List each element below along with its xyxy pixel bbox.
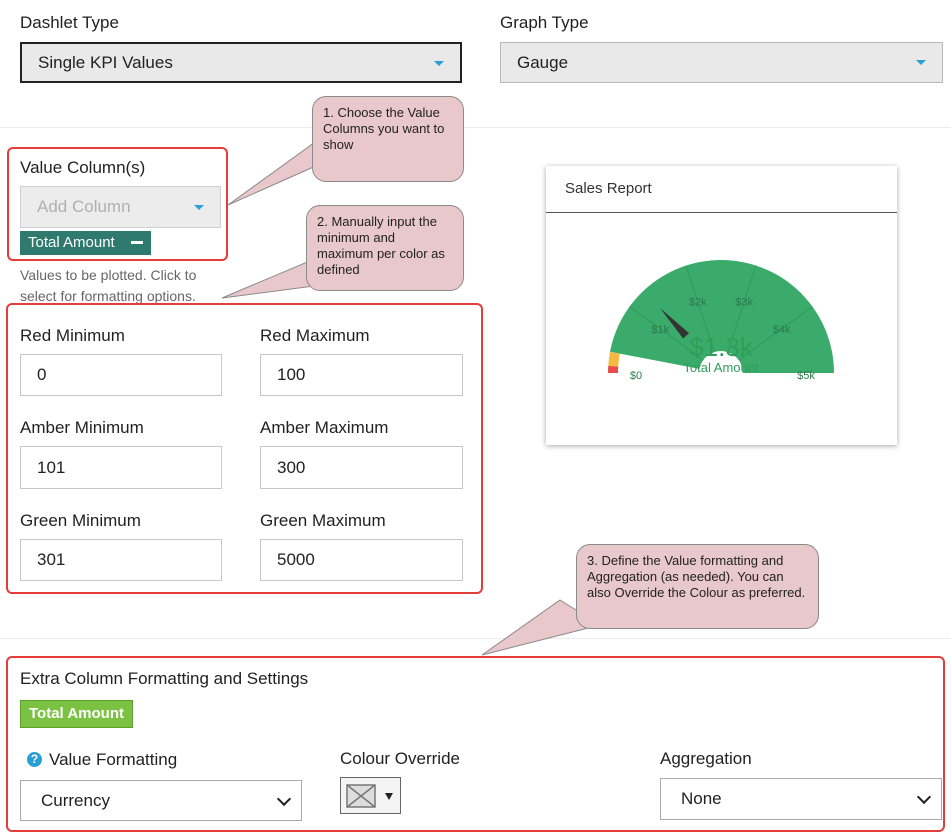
callout-2: 2. Manually input the minimum and maximu…	[306, 205, 464, 291]
callout-pointer-1	[227, 139, 319, 206]
callout-1: 1. Choose the Value Columns you want to …	[312, 96, 464, 182]
callout-3: 3. Define the Value formatting and Aggre…	[576, 544, 819, 629]
callout-pointers	[221, 139, 602, 656]
